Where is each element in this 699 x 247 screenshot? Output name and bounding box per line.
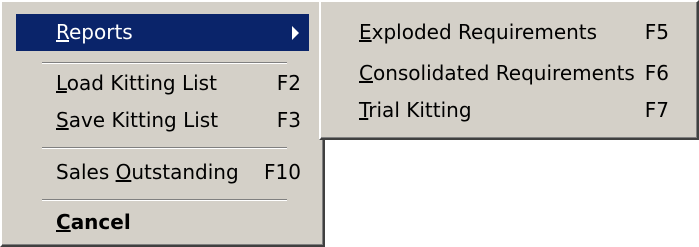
menu-item-exploded-requirements-label: Exploded Requirements [359,20,598,44]
menu-item-cancel[interactable]: Cancel [16,204,309,241]
menu-separator [42,147,287,149]
menu-item-sales-outstanding-label: Sales Outstanding [56,160,239,184]
submenu-arrow-icon [292,26,299,40]
menu-item-reports[interactable]: Reports [16,14,309,51]
menu-item-trial-kitting[interactable]: Trial Kitting F7 [329,92,689,129]
menu-item-consolidated-requirements-label: Consolidated Requirements [359,61,635,85]
menu-item-trial-kitting-label: Trial Kitting [359,98,472,122]
shortcut-f10: F10 [264,160,301,184]
menu-item-save-kitting-list-label: Save Kitting List [56,108,219,132]
menu-item-cancel-label: Cancel [56,210,131,234]
shortcut-f6: F6 [644,61,669,85]
shortcut-f7: F7 [644,98,669,122]
shortcut-f5: F5 [644,20,669,44]
menu-item-consolidated-requirements[interactable]: Consolidated Requirements F6 [329,55,689,92]
menu-item-sales-outstanding[interactable]: Sales Outstanding F10 [16,154,309,191]
menu-separator [42,199,287,201]
menu-item-load-kitting-list-label: Load Kitting List [56,71,217,95]
menu-item-reports-label: Reports [56,20,133,44]
shortcut-f2: F2 [276,71,301,95]
menu-item-save-kitting-list[interactable]: Save Kitting List F3 [16,102,309,139]
menu-item-load-kitting-list[interactable]: Load Kitting List F2 [16,65,309,102]
context-menu: Reports Load Kitting List F2 Save Kittin… [0,0,325,247]
shortcut-f3: F3 [276,108,301,132]
menu-item-exploded-requirements[interactable]: Exploded Requirements F5 [329,14,689,51]
reports-submenu: Exploded Requirements F5 Consolidated Re… [319,0,699,140]
menu-separator [42,62,287,64]
